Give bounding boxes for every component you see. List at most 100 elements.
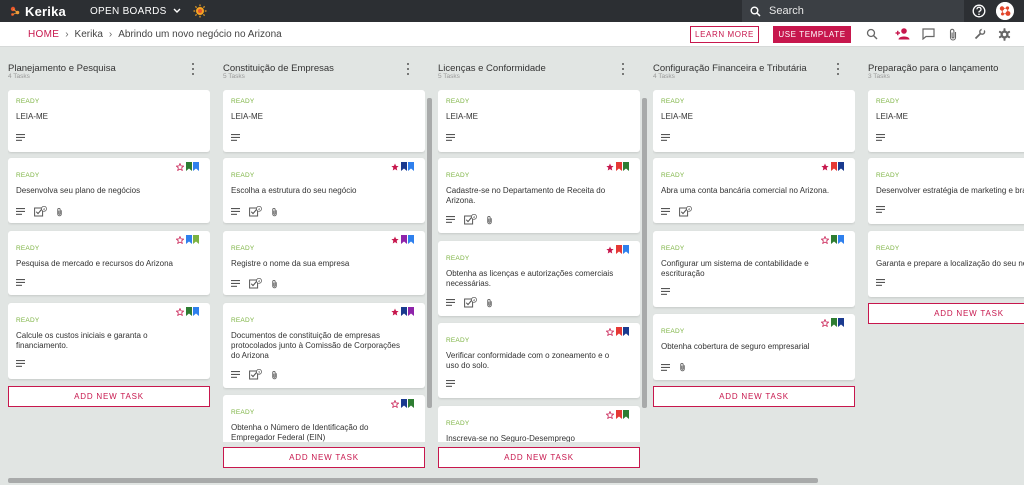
- search-input[interactable]: [769, 5, 949, 17]
- column-menu-icon[interactable]: [618, 62, 628, 76]
- card-icons: 4: [661, 206, 701, 217]
- task-card[interactable]: READY Calcule os custos iniciais e garan…: [8, 303, 210, 379]
- task-card[interactable]: READY Obtenha as licenças e autorizações…: [438, 241, 640, 316]
- task-card[interactable]: READY Inscreva-se no Seguro-Desemprego: [438, 406, 640, 442]
- star-filled-icon[interactable]: [606, 245, 614, 254]
- task-card[interactable]: READY Documentos de constituição de empr…: [223, 303, 425, 388]
- card-status: READY: [16, 245, 40, 252]
- scrollbar-thumb[interactable]: [8, 478, 818, 483]
- board-column: Constituição de Empresas 5 Tasks READY L…: [215, 47, 432, 468]
- task-card[interactable]: READY Registre o nome da sua empresa 4: [223, 231, 425, 295]
- card-icons: [661, 134, 679, 141]
- star-filled-icon[interactable]: [391, 235, 399, 244]
- column-task-count: 4 Tasks: [8, 73, 30, 80]
- tag-green-icon: [830, 235, 837, 244]
- tag-navy-icon: [838, 162, 844, 171]
- column-task-count: 3 Tasks: [868, 73, 890, 80]
- task-card[interactable]: READY LEIA-ME: [8, 90, 210, 152]
- search-icon[interactable]: [866, 28, 878, 40]
- column-title[interactable]: Configuração Financeira e Tributária: [653, 63, 807, 74]
- tag-green-icon: [185, 307, 192, 316]
- card-status: READY: [446, 98, 470, 105]
- tag-lime-icon: [193, 235, 199, 244]
- use-template-button[interactable]: USE TEMPLATE: [773, 26, 851, 43]
- add-new-task-button[interactable]: ADD NEW TASK: [223, 447, 425, 468]
- star-outline-icon[interactable]: [391, 399, 399, 408]
- tag-blue-icon: [193, 162, 199, 171]
- help-icon[interactable]: [972, 4, 986, 23]
- board-column: Configuração Financeira e Tributária 4 T…: [645, 47, 861, 467]
- task-card[interactable]: READY Cadastre-se no Departamento de Rec…: [438, 158, 640, 233]
- task-card[interactable]: READY Abra uma conta bancária comercial …: [653, 158, 855, 223]
- card-status: READY: [661, 245, 685, 252]
- star-outline-icon[interactable]: [606, 327, 614, 336]
- card-title: Desenvolva seu plano de negócios: [16, 186, 141, 195]
- star-filled-icon[interactable]: [391, 162, 399, 171]
- star-outline-icon[interactable]: [176, 307, 184, 316]
- card-title: Abra uma conta bancária comercial no Ari…: [661, 186, 830, 195]
- column-menu-icon[interactable]: [833, 62, 843, 76]
- breadcrumb-home[interactable]: HOME: [28, 29, 59, 40]
- description-icon: [16, 208, 25, 215]
- tag-purple-icon: [408, 307, 414, 316]
- task-card[interactable]: READY LEIA-ME: [223, 90, 425, 152]
- description-icon: [16, 360, 25, 367]
- add-new-task-button[interactable]: ADD NEW TASK: [868, 303, 1024, 324]
- search-box[interactable]: [742, 0, 964, 22]
- checklist-icon: 4: [249, 278, 262, 289]
- column-menu-icon[interactable]: [188, 62, 198, 76]
- task-card[interactable]: READY Obtenha cobertura de seguro empres…: [653, 314, 855, 380]
- tag-purple-icon: [400, 235, 407, 244]
- card-title: Obtenha o Número de Identificação do Emp…: [231, 423, 369, 442]
- task-card[interactable]: READY Desenvolver estratégia de marketin…: [868, 158, 1024, 224]
- task-card[interactable]: READY Desenvolva seu plano de negócios 4: [8, 158, 210, 223]
- chevron-down-icon: [173, 8, 181, 13]
- learn-more-button[interactable]: LEARN MORE: [690, 26, 759, 43]
- add-new-task-button[interactable]: ADD NEW TASK: [438, 447, 640, 468]
- star-filled-icon[interactable]: [606, 162, 614, 171]
- card-tags: [390, 399, 414, 408]
- breadcrumb-org[interactable]: Kerika: [75, 29, 103, 40]
- breadcrumb: HOME › Kerika › Abrindo um novo negócio …: [28, 29, 282, 40]
- search-icon: [750, 6, 761, 17]
- star-outline-icon[interactable]: [821, 318, 829, 327]
- chat-icon[interactable]: [922, 28, 935, 40]
- card-status: READY: [16, 317, 40, 324]
- column-menu-icon[interactable]: [403, 62, 413, 76]
- card-title: Obtenha cobertura de seguro empresarial: [661, 342, 810, 351]
- card-list: READY LEIA-ME READY Cadastre-se no Depar…: [438, 90, 640, 442]
- star-outline-icon[interactable]: [821, 235, 829, 244]
- star-filled-icon[interactable]: [821, 162, 829, 171]
- task-card[interactable]: READY LEIA-ME: [438, 90, 640, 152]
- board-column: Licenças e Conformidade 5 Tasks READY LE…: [430, 47, 647, 468]
- star-outline-icon[interactable]: [176, 235, 184, 244]
- task-card[interactable]: READY Pesquisa de mercado e recursos do …: [8, 231, 210, 295]
- open-boards-menu[interactable]: OPEN BOARDS: [90, 6, 181, 17]
- avatar[interactable]: [996, 2, 1014, 20]
- tag-blue-icon: [185, 235, 192, 244]
- task-card[interactable]: READY LEIA-ME: [868, 90, 1024, 152]
- board-horizontal-scrollbar[interactable]: [0, 475, 1024, 485]
- wrench-icon[interactable]: [974, 28, 986, 40]
- card-status: READY: [876, 245, 900, 252]
- sun-badge-icon[interactable]: [193, 4, 207, 18]
- star-filled-icon[interactable]: [391, 307, 399, 316]
- star-outline-icon[interactable]: [176, 162, 184, 171]
- task-card[interactable]: READY Escolha a estrutura do seu negócio…: [223, 158, 425, 223]
- gear-icon[interactable]: [998, 28, 1011, 41]
- description-icon: [446, 134, 455, 141]
- attachment-icon[interactable]: [948, 28, 958, 41]
- add-person-icon[interactable]: [895, 27, 910, 40]
- add-new-task-button[interactable]: ADD NEW TASK: [653, 386, 855, 407]
- kerika-logo[interactable]: Kerika: [8, 4, 66, 19]
- task-card[interactable]: READY Garanta e prepare a localização do…: [868, 231, 1024, 297]
- board-column: Planejamento e Pesquisa 4 Tasks READY LE…: [0, 47, 216, 467]
- task-card[interactable]: READY Verificar conformidade com o zonea…: [438, 323, 640, 398]
- add-new-task-button[interactable]: ADD NEW TASK: [8, 386, 210, 407]
- description-icon: [661, 134, 670, 141]
- task-card[interactable]: READY Obtenha o Número de Identificação …: [223, 395, 425, 442]
- card-tags: [605, 327, 629, 336]
- task-card[interactable]: READY LEIA-ME: [653, 90, 855, 152]
- task-card[interactable]: READY Configurar um sistema de contabili…: [653, 231, 855, 307]
- star-outline-icon[interactable]: [606, 410, 614, 419]
